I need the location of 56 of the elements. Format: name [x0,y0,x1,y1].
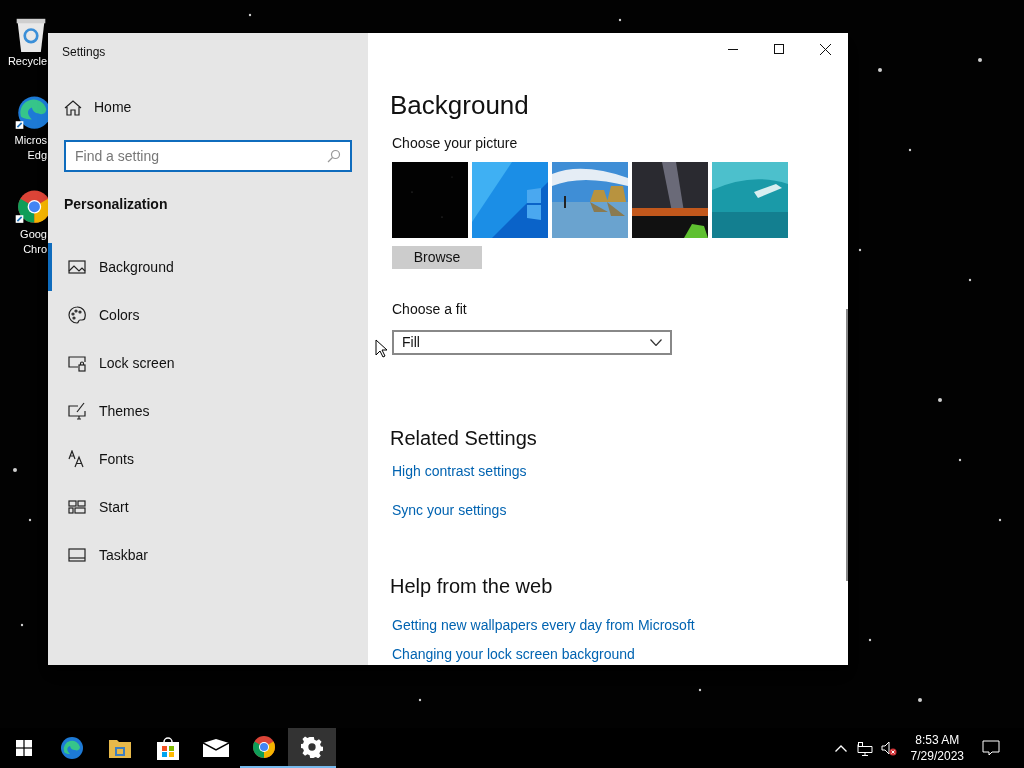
nav-item[interactable]: Themes [48,387,368,435]
fit-dropdown[interactable]: Fill [392,330,672,355]
desktop-icon-label[interactable]: Edg [27,148,48,163]
browser-wave-icon [60,736,84,760]
palette-icon [68,306,86,324]
windows-logo-icon [16,740,32,756]
home-link[interactable]: Home [64,97,368,118]
settings-link[interactable]: High contrast settings [392,461,527,482]
nav-item[interactable]: Start [48,483,368,531]
settings-link[interactable]: Sync your settings [392,500,507,521]
nav-item[interactable]: Lock screen [48,339,368,387]
scroll-bar[interactable] [846,309,848,581]
page-title: Background [390,89,530,121]
desktop-icon-label[interactable]: Recycle [7,54,48,69]
chevron-up-icon[interactable] [834,744,847,752]
picture-label: Choose your picture [392,134,519,153]
notification-icon[interactable] [982,740,1000,756]
help-link[interactable]: Changing your lock screen background [392,644,635,665]
search-field[interactable]: Find a setting [64,140,352,172]
nav-item[interactable]: Fonts [48,435,368,483]
network-icon[interactable] [856,740,873,756]
taskbar-button[interactable] [288,728,336,768]
nav-item[interactable]: Colors [48,291,368,339]
envelope-icon [203,739,229,757]
desktop-icon-label[interactable]: Chro [23,242,48,257]
section-heading: Personalization [64,195,169,214]
close-icon [819,43,831,55]
monitor-brush-icon [68,402,86,420]
browse-button[interactable]: Browse [392,246,482,269]
image-icon [68,258,86,276]
tiles-icon [68,498,86,516]
chevron-down-icon [650,339,662,346]
folder-icon [108,737,132,759]
taskbar-icon [68,546,86,564]
shopping-bag-icon [157,736,179,760]
fit-label: Choose a fit [392,300,468,319]
muted-speaker-icon[interactable] [880,740,897,756]
nav-item[interactable]: Taskbar [48,531,368,579]
clock-date[interactable]: 7/29/2023 [910,748,964,764]
minimize-icon [728,48,738,50]
section-heading: Related Settings [390,426,538,451]
font-letters-icon [68,450,86,468]
search-icon [327,149,341,163]
help-link[interactable]: Getting new wallpapers every day from Microsoft [392,615,695,636]
section-heading: Help from the web [390,574,554,599]
chrome-ball-icon [252,735,276,759]
window-title: Settings [62,44,107,61]
home-icon [64,99,82,116]
clock-time[interactable]: 8:53 AM [915,732,960,748]
lock-screen-icon [68,354,86,372]
cursor-icon [375,339,387,358]
desktop-icon-label[interactable]: Micros [14,133,48,148]
maximize-icon [774,44,784,54]
search-input[interactable]: Find a setting [75,145,327,167]
gear-icon [301,736,323,758]
desktop-icon-label[interactable]: Goog [20,227,48,242]
